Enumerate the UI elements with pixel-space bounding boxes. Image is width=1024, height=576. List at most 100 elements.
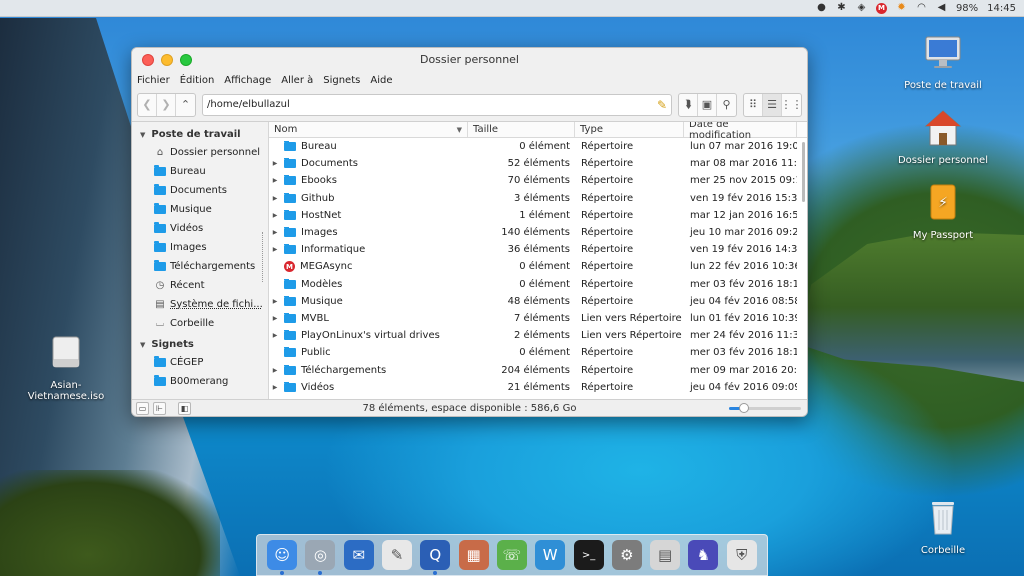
collapse-icon[interactable]: ▼ [140,131,145,139]
sidebar-item-musique[interactable]: Musique [132,200,268,219]
desktop-icon-passport[interactable]: ⚡ My Passport [893,183,993,241]
table-row[interactable]: ▶ PlayOnLinux's virtual drives 2 éléments L… [269,327,807,344]
table-row[interactable]: ▶ Musique 48 éléments Répertoire jeu 04 fév … [269,293,807,310]
dock-item-notes[interactable]: ✎ [382,540,413,570]
dock-item-photos[interactable]: ▦ [458,540,489,570]
close-button[interactable] [142,54,154,66]
desktop-icon-home[interactable]: Dossier personnel [893,108,993,166]
sidebar-item-bureau[interactable]: Bureau [132,162,268,181]
expand-icon[interactable]: ▶ [271,298,279,305]
sidebar-item-filesystem[interactable]: ▤ Système de fichi... [132,295,268,314]
sidebar-section-computer[interactable]: ▼ Poste de travail [132,126,268,143]
dock-item-writer[interactable]: W [535,540,566,570]
clear-icon[interactable]: ✎ [657,98,667,112]
dock-item-thunderbird[interactable]: ✉ [343,540,374,570]
user-icon[interactable]: ● [816,3,827,14]
menu-affichage[interactable]: Affichage [224,75,271,86]
expand-icon[interactable]: ▶ [271,246,279,253]
sidebar-toggle-icon[interactable]: ◧ [178,402,191,415]
menu-aide[interactable]: Aide [370,75,392,86]
sidebar-item-cegep[interactable]: CÉGEP [132,353,268,372]
table-row[interactable]: Bureau 0 élément Répertoire lun 07 mar 2016… [269,138,807,155]
shield-icon[interactable]: ◈ [856,3,867,14]
battery-level[interactable]: 98% [956,3,978,14]
menu-fichier[interactable]: Fichier [137,75,170,86]
desktop-icon-computer[interactable]: Poste de travail [893,33,993,91]
terminal-icon[interactable]: ▣ [698,93,717,116]
menu-edition[interactable]: Édition [180,75,215,86]
expand-icon[interactable]: ▶ [271,315,279,322]
desktop-icon-trash[interactable]: Corbeille [893,498,993,556]
sidebar-item-videos[interactable]: Vidéos [132,219,268,238]
sidebar-item-trash[interactable]: ⌴ Corbeille [132,314,268,333]
sidebar-resize-handle[interactable] [262,232,264,282]
table-row[interactable]: ▶ Github 3 éléments Répertoire ven 19 fév 20… [269,190,807,207]
table-row[interactable]: M MEGAsync 0 élément Répertoire lun 22 fév 2… [269,258,807,275]
dock-item-quicktime[interactable]: Q [420,540,451,575]
expand-icon[interactable]: ▶ [271,384,279,391]
column-name[interactable]: Nom ▼ [269,122,468,137]
clock[interactable]: 14:45 [987,3,1016,14]
location-path[interactable]: /home/elbullazul [207,99,290,110]
open-folder-icon[interactable]: ⮯ [679,93,698,116]
title-bar[interactable]: Dossier personnel [132,48,807,72]
column-date[interactable]: Date de modification [684,122,797,141]
dock-item-game[interactable]: ♞ [688,540,719,570]
table-row[interactable]: ▶ Ebooks 70 éléments Répertoire mer 25 nov 2… [269,172,807,189]
sidebar-item-b00merang[interactable]: B00merang [132,372,268,391]
sidebar-item-telechargements[interactable]: Téléchargements [132,257,268,276]
weather-icon[interactable]: ✹ [896,3,907,14]
dock-item-security[interactable]: ⛨ [726,540,757,570]
icon-view-icon[interactable]: ⠿ [744,93,763,116]
table-row[interactable]: ▶ Documents 52 éléments Répertoire mar 08 ma… [269,155,807,172]
volume-icon[interactable]: ◀ [936,3,947,14]
sidebar-item-recent[interactable]: ◷ Récent [132,276,268,295]
table-row[interactable]: ▶ MVBL 7 éléments Lien vers Répertoire lun 0… [269,310,807,327]
menu-signets[interactable]: Signets [323,75,360,86]
compact-view-icon[interactable]: ⋮⋮ [781,94,802,116]
expand-icon[interactable]: ▶ [271,212,279,219]
sidebar-section-bookmarks[interactable]: ▼ Signets [132,336,268,353]
table-row[interactable]: ▶ HostNet 1 élément Répertoire mar 12 jan 20… [269,207,807,224]
sidebar-item-home[interactable]: ⌂ Dossier personnel [132,143,268,162]
dock-item-chrome[interactable]: ◎ [305,540,336,575]
dock-item-settings[interactable]: ⚙ [611,540,642,570]
collapse-icon[interactable]: ▼ [140,341,145,349]
back-button[interactable]: ❮ [138,93,157,116]
dock-item-mobile[interactable]: ☏ [496,540,527,570]
expand-icon[interactable]: ▶ [271,160,279,167]
column-size[interactable]: Taille [468,122,575,137]
expand-icon[interactable]: ▶ [271,332,279,339]
dock-item-calculator[interactable]: ▤ [650,540,681,570]
desktop-icon-iso[interactable]: Asian-Vietnamese.iso [16,333,116,402]
list-view-icon[interactable]: ☰ [763,93,782,116]
up-button[interactable]: ⌃ [176,94,195,116]
minimize-button[interactable] [161,54,173,66]
column-type[interactable]: Type [575,122,684,137]
table-row[interactable]: ▶ Vidéos 21 éléments Répertoire jeu 04 fév 2… [269,379,807,396]
tree-toggle-icon[interactable]: ⊩ [153,402,166,415]
zoom-slider-knob[interactable] [739,403,749,413]
expand-icon[interactable]: ▶ [271,367,279,374]
wifi-icon[interactable]: ◠ [916,3,927,14]
table-row[interactable]: Modèles 0 élément Répertoire mer 03 fév 201… [269,276,807,293]
sidebar-item-documents[interactable]: Documents [132,181,268,200]
table-row[interactable]: Public 0 élément Répertoire mer 03 fév 2016… [269,344,807,361]
mega-icon[interactable]: M [875,2,887,14]
sidebar-item-images[interactable]: Images [132,238,268,257]
forward-button[interactable]: ❯ [157,93,176,116]
zoom-slider[interactable] [729,403,801,413]
search-icon[interactable]: ⚲ [717,94,736,116]
maximize-button[interactable] [180,54,192,66]
table-row[interactable]: ▶ Images 140 éléments Répertoire jeu 10 mar … [269,224,807,241]
expand-icon[interactable]: ▶ [271,195,279,202]
expand-icon[interactable]: ▶ [271,177,279,184]
expand-icon[interactable]: ▶ [271,229,279,236]
bluetooth-icon[interactable]: ✱ [836,3,847,14]
dock-item-terminal[interactable]: >_ [573,540,604,570]
table-row[interactable]: ▶ Informatique 36 éléments Répertoire ven 19… [269,241,807,258]
location-bar[interactable]: /home/elbullazul ✎ [202,93,672,116]
places-toggle-icon[interactable]: ▭ [136,402,149,415]
menu-aller-a[interactable]: Aller à [281,75,313,86]
dock-item-finder[interactable]: ☺ [267,540,298,575]
